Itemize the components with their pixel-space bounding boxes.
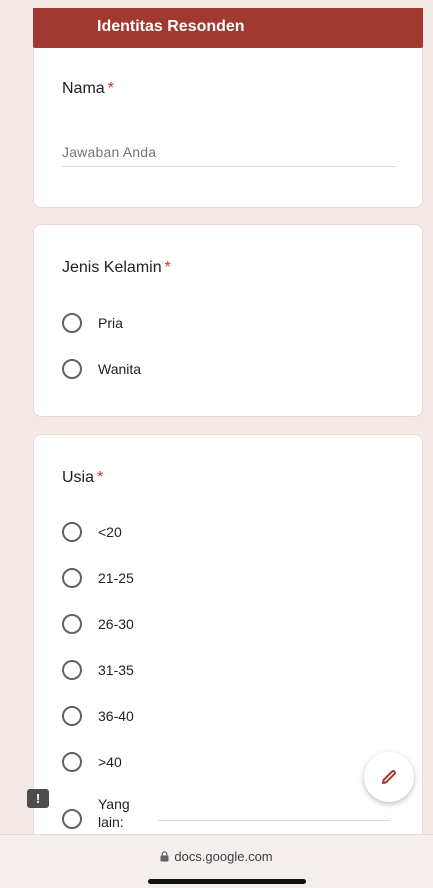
radio-button[interactable]: [62, 706, 82, 726]
nama-input[interactable]: Jawaban Anda: [62, 144, 396, 167]
radio-option-31-35[interactable]: 31-35: [62, 658, 134, 682]
question-label: Usia: [62, 469, 95, 486]
question-card-nama: Nama * Jawaban Anda: [33, 48, 423, 208]
lock-icon: [160, 851, 169, 862]
radio-button[interactable]: [62, 752, 82, 772]
question-card-jenis-kelamin: Jenis Kelamin * Pria Wanita: [33, 224, 423, 417]
required-asterisk: *: [107, 80, 114, 97]
other-option-label: Yang lain:: [98, 796, 130, 830]
feedback-icon[interactable]: !: [27, 789, 49, 808]
home-indicator[interactable]: [148, 879, 306, 884]
pencil-icon: [382, 769, 397, 784]
url-display[interactable]: docs.google.com: [0, 849, 433, 864]
radio-button[interactable]: [62, 809, 82, 829]
radio-option-36-40[interactable]: 36-40: [62, 704, 134, 728]
section-header: Identitas Resonden: [33, 8, 423, 48]
required-asterisk: *: [164, 259, 171, 276]
option-label: >40: [98, 754, 122, 770]
browser-address-bar[interactable]: docs.google.com: [0, 834, 433, 888]
radio-option-26-30[interactable]: 26-30: [62, 612, 134, 636]
other-text-input[interactable]: [158, 820, 390, 821]
radio-button[interactable]: [62, 359, 82, 379]
question-card-usia: Usia * <20 21-25 26-30 31-35 36-40 >40 Ya…: [33, 434, 423, 854]
question-title-usia: Usia *: [62, 469, 103, 487]
radio-button[interactable]: [62, 568, 82, 588]
url-text: docs.google.com: [174, 849, 273, 864]
option-label: 26-30: [98, 616, 134, 632]
section-title: Identitas Resonden: [97, 18, 245, 35]
radio-option-21-25[interactable]: 21-25: [62, 566, 134, 590]
question-title-nama: Nama *: [62, 80, 114, 98]
option-label: <20: [98, 524, 122, 540]
option-label: 31-35: [98, 662, 134, 678]
edit-fab-button[interactable]: [364, 752, 414, 802]
option-label: 21-25: [98, 570, 134, 586]
question-label: Nama: [62, 80, 105, 97]
radio-button[interactable]: [62, 614, 82, 634]
option-label: Wanita: [98, 361, 142, 377]
radio-option-pria[interactable]: Pria: [62, 311, 123, 335]
question-label: Jenis Kelamin: [62, 259, 162, 276]
option-label: 36-40: [98, 708, 134, 724]
radio-option-under-20[interactable]: <20: [62, 520, 122, 544]
radio-button[interactable]: [62, 660, 82, 680]
radio-option-other[interactable]: [62, 807, 82, 831]
option-label: Pria: [98, 315, 123, 331]
radio-button[interactable]: [62, 522, 82, 542]
question-title-jenis-kelamin: Jenis Kelamin *: [62, 259, 171, 277]
radio-option-wanita[interactable]: Wanita: [62, 357, 141, 381]
radio-button[interactable]: [62, 313, 82, 333]
radio-option-over-40[interactable]: >40: [62, 750, 122, 774]
required-asterisk: *: [97, 469, 104, 486]
